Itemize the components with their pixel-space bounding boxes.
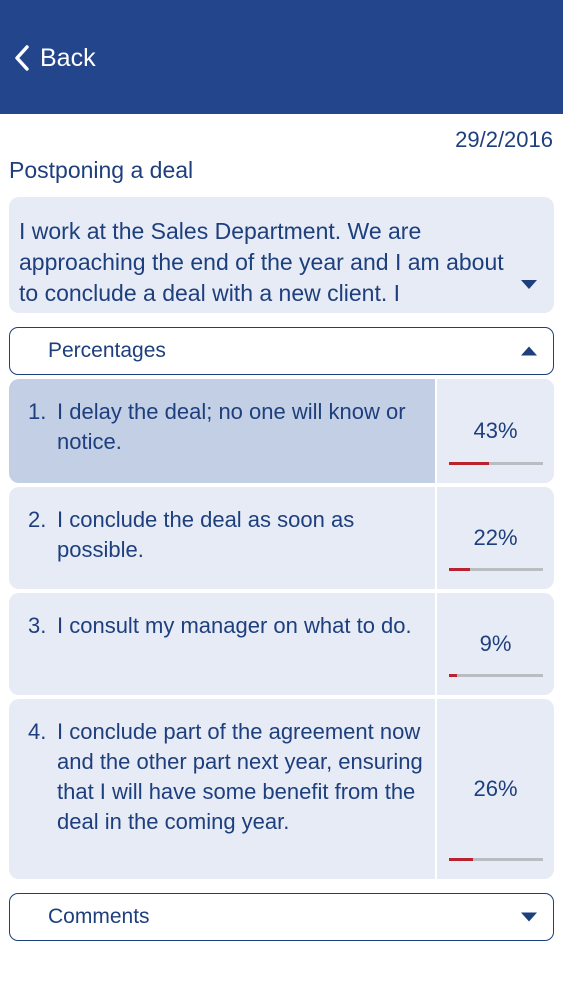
option-text: 3. I consult my manager on what to do. [9,593,435,695]
answer-option-4[interactable]: 4. I conclude part of the agreement now a… [9,699,554,879]
description-text: I work at the Sales Department. We are a… [19,218,504,306]
percentage-value: 43% [473,418,518,443]
date-label: 29/2/2016 [455,127,553,152]
option-label: I delay the deal; no one will know or no… [57,399,406,454]
app-header: Back [0,0,563,114]
option-stats: 26% [437,699,554,879]
option-number: 1. [28,399,47,424]
option-stats: 22% [437,487,554,589]
percentage-bar-fill [449,568,470,571]
percentage-bar-fill [449,674,458,677]
percentage-bar [449,858,543,861]
option-text: 1. I delay the deal; no one will know or … [9,379,435,483]
comments-toggle[interactable]: Comments [9,893,554,941]
percentages-toggle[interactable]: Percentages [9,327,554,375]
answer-option-2[interactable]: 2. I conclude the deal as soon as possibl… [9,487,554,589]
percentage-bar-fill [449,462,490,465]
percentage-bar [449,462,543,465]
option-number: 4. [28,719,47,744]
option-number: 2. [28,507,47,532]
option-text: 4. I conclude part of the agreement now a… [9,699,435,879]
percentage-value: 26% [473,776,518,801]
percentages-label: Percentages [48,339,166,362]
option-text: 2. I conclude the deal as soon as possibl… [9,487,435,589]
page-title: Postponing a deal [9,157,194,183]
percentage-value: 9% [479,631,512,656]
back-button[interactable]: Back [14,38,96,78]
option-label: I conclude part of the agreement now and… [57,719,423,834]
comments-label: Comments [48,905,150,928]
option-label: I consult my manager on what to do. [57,613,412,638]
percentage-value: 22% [473,525,518,550]
option-stats: 9% [437,593,554,695]
answer-option-3[interactable]: 3. I consult my manager on what to do. 9% [9,593,554,695]
option-label: I conclude the deal as soon as possible. [57,507,355,562]
percentage-bar [449,568,543,571]
percentage-bar-fill [449,858,474,861]
answer-options-list: 1. I delay the deal; no one will know or … [9,379,554,883]
chevron-left-icon [15,45,29,71]
option-stats: 43% [437,379,554,483]
caret-down-icon [520,912,538,923]
back-label: Back [40,43,96,72]
caret-up-icon [520,346,538,357]
caret-down-icon[interactable] [520,279,538,290]
answer-option-1[interactable]: 1. I delay the deal; no one will know or … [9,379,554,483]
description-panel[interactable]: I work at the Sales Department. We are a… [9,197,554,313]
percentage-bar [449,674,543,677]
option-number: 3. [28,613,47,638]
